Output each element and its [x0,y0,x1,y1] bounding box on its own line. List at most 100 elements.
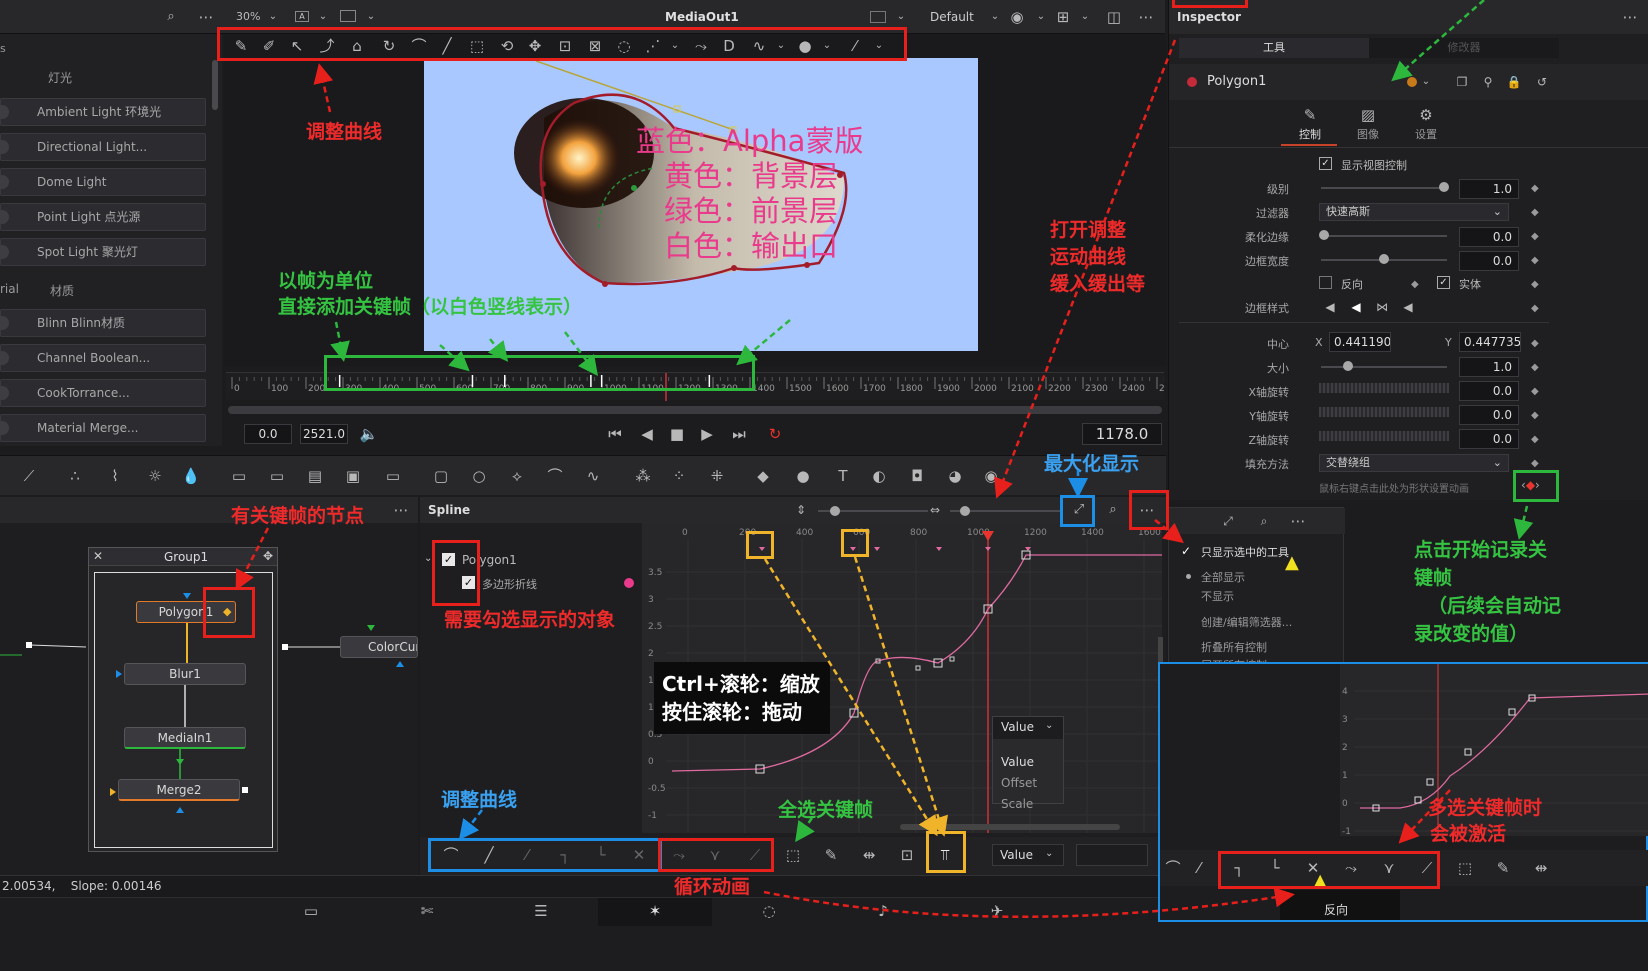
go-start-icon[interactable]: ⏮ [604,423,626,445]
value-select[interactable]: Value ⌄ [992,844,1064,866]
tab-tools[interactable]: 工具 [1179,38,1369,58]
checkbox-solid[interactable]: ✓ [1437,276,1450,289]
step-back-icon[interactable]: ◀ [636,423,658,445]
camera3d-icon[interactable]: ◘ [906,465,928,487]
menu-collapse[interactable]: 折叠所有控制 [1201,639,1267,655]
shape-box-icon[interactable]: ⊡ [896,844,918,866]
border-width-field[interactable]: 0.0 [1459,251,1519,271]
keyframe-diamond-icon[interactable]: ◆ [1531,410,1539,421]
ellipse-icon[interactable]: ○ [468,465,490,487]
library-item[interactable]: Ambient Light 环境光 [0,98,206,126]
graph-scrollbar-h[interactable] [900,824,1120,830]
particles-icon[interactable]: ∴ [64,465,86,487]
library-item[interactable]: Dome Light [0,168,206,196]
option-value[interactable]: Value [1001,755,1034,769]
go-end-icon[interactable]: ⏭ [728,423,750,445]
prender-icon[interactable]: ⁘ [668,465,690,487]
x-rotation-field[interactable]: 0.0 [1459,381,1519,401]
pemitter-icon[interactable]: ⁂ [632,465,654,487]
tool-color-dot[interactable] [1187,77,1197,87]
zoom-icon[interactable]: ⌕ [1102,499,1124,521]
z-rotation-field[interactable]: 0.0 [1459,429,1519,449]
menu-show-all[interactable]: 全部显示 [1201,569,1245,585]
play-icon[interactable]: ▶ [696,423,718,445]
duplicate-icon[interactable]: ❐ [1451,71,1473,93]
controls-tab-icon[interactable]: ✎ [1299,104,1321,126]
value-field[interactable] [1076,844,1148,866]
sort-icon[interactable]: ⇕ [790,499,812,521]
keyframe-diamond-icon[interactable]: ◆ [1531,207,1539,218]
chevron-down-icon[interactable]: ⌄ [890,6,912,28]
settings-tab-icon[interactable]: ⚙ [1415,104,1437,126]
keyframe-diamond-icon[interactable]: ◆ [1531,303,1539,314]
deliver-page-icon[interactable]: ✈ [986,900,1008,922]
border-style-icon[interactable]: ◀ [1319,296,1341,318]
center-x-field[interactable]: 0.441190 [1329,332,1391,352]
current-frame[interactable]: 1178.0 [1082,423,1162,445]
keyframe-diamond-icon[interactable]: ◆ [1531,183,1539,194]
color-page-icon[interactable]: ◌ [758,900,780,922]
keyframe-diamond-icon[interactable]: ◆ [1531,279,1539,290]
option-offset[interactable]: Offset [1001,776,1037,790]
light3d-icon[interactable]: ◕ [944,465,966,487]
transform-icon[interactable]: ▭ [382,465,404,487]
keyframe-diamond-icon[interactable]: ◆ [1531,386,1539,397]
search-icon[interactable]: ⌕ [160,6,182,28]
library-item[interactable]: Channel Boolean... [0,344,206,372]
option-scale[interactable]: Scale [1001,797,1033,811]
loader-icon[interactable]: ▭ [228,465,250,487]
checkbox-invert[interactable] [1319,276,1332,289]
keyframe-diamond-icon[interactable]: ◆ [1531,255,1539,266]
zoom-icon[interactable]: ⌕ [1253,510,1275,532]
more-icon[interactable]: ⋯ [1619,6,1641,28]
library-item[interactable]: Blinn Blinn材质 [0,309,206,337]
brightness-icon[interactable]: ☼ [144,465,166,487]
curves-icon[interactable]: ⌇ [104,465,126,487]
smooth-icon[interactable]: ⌒ [1162,857,1184,879]
split-view-icon[interactable]: ◫ [1103,6,1125,28]
fusion-page-icon[interactable]: ✶ [644,900,666,922]
more-icon[interactable]: ⋯ [1135,6,1157,28]
value-dropdown[interactable]: Value ⌄ Value Offset Scale [992,716,1064,811]
checkbox-show-view[interactable]: ✓ [1319,157,1332,170]
tab-controls[interactable]: 控制 [1299,126,1321,142]
soft-edge-field[interactable]: 0.0 [1459,227,1519,247]
drop-icon[interactable]: 💧 [180,465,202,487]
animate-hint[interactable]: 鼠标右键点击此处为形状设置动画 [1319,480,1469,495]
keyframe-diamond-icon[interactable]: ◆ [1411,279,1419,290]
more-icon[interactable]: ⋯ [195,6,217,28]
add-key-icon[interactable]: ✎ [820,844,842,866]
edit-page-icon[interactable]: ☰ [530,900,552,922]
chevron-down-icon[interactable]: ⌄ [1415,71,1437,93]
merge-icon[interactable]: ▤ [304,465,326,487]
chevron-down-icon[interactable]: ⌄ [1074,6,1096,28]
library-item[interactable]: Material Merge... [0,414,206,442]
monitor-icon[interactable] [340,10,356,22]
mask-icon[interactable]: ▣ [342,465,364,487]
grid-icon[interactable]: ⊞ [1052,6,1074,28]
overlay-toggle-icon[interactable]: A [295,11,309,22]
keyframe-diamond-icon[interactable]: ◆ [1531,434,1539,445]
pdirect-icon[interactable]: ⁜ [706,465,728,487]
chevron-down-icon[interactable]: ⌄ [1030,6,1052,28]
library-item[interactable]: CookTorrance... [0,379,206,407]
rectangle-icon[interactable]: ▢ [430,465,452,487]
add-key-icon[interactable]: ✎ [1492,857,1514,879]
library-item[interactable]: Directional Light... [0,133,206,161]
library-item[interactable]: Point Light 点光源 [0,203,206,231]
keyframe-diamond-icon[interactable]: ◆ [1531,362,1539,373]
polygon-icon[interactable]: ⟡ [506,465,528,487]
media-page-icon[interactable]: ▭ [300,900,322,922]
end-frame[interactable]: 2521.0 [300,424,348,444]
time-stretch-icon[interactable]: ⇹ [1530,857,1552,879]
center-y-field[interactable]: 0.447735 [1459,332,1521,352]
y-rotation-field[interactable]: 0.0 [1459,405,1519,425]
chevron-down-icon[interactable]: ⌄ [360,6,382,28]
reset-icon[interactable]: ↺ [1531,71,1553,93]
lock-icon[interactable]: 🔒 [1503,71,1525,93]
keyframe-diamond-icon[interactable]: ◆ [1531,231,1539,242]
image-tab-icon[interactable]: ▨ [1357,104,1379,126]
fit-width-icon[interactable]: ⇔ [924,499,946,521]
keyframe-diamond-icon[interactable]: ◆ [1531,458,1539,469]
chevron-down-icon[interactable]: ⌄ [262,6,284,28]
